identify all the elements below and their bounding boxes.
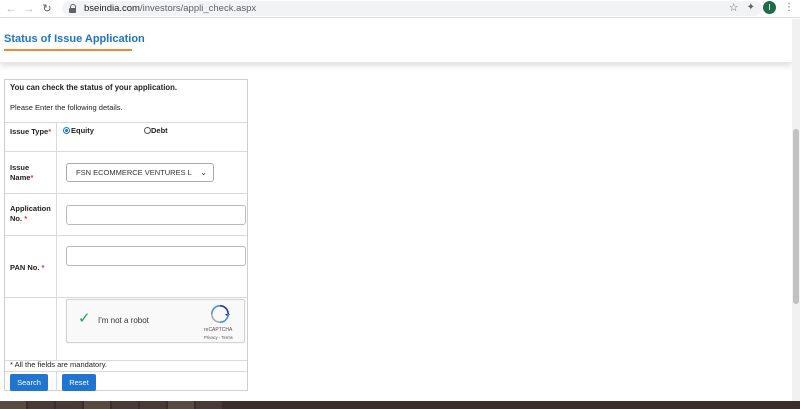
title-underline bbox=[4, 49, 132, 51]
search-button[interactable]: Search bbox=[10, 374, 48, 391]
scrollbar[interactable] bbox=[792, 19, 800, 401]
issue-type-label: Issue Type* bbox=[10, 127, 54, 137]
issue-name-label: Issue Name* bbox=[10, 163, 54, 183]
profile-avatar[interactable]: I bbox=[763, 1, 776, 14]
pan-no-label: PAN No. * bbox=[10, 263, 54, 273]
row-divider bbox=[5, 235, 247, 236]
os-taskbar bbox=[0, 401, 800, 409]
chevron-down-icon: ⌄ bbox=[200, 168, 207, 177]
row-divider bbox=[5, 297, 247, 298]
taskbar-item[interactable] bbox=[28, 401, 54, 409]
form-instruction: Please Enter the following details. bbox=[10, 103, 123, 112]
browser-menu-icon[interactable]: ⋮ bbox=[784, 2, 794, 13]
page-header: Status of Issue Application bbox=[0, 19, 792, 63]
taskbar-item[interactable] bbox=[168, 401, 194, 409]
column-divider bbox=[56, 371, 57, 391]
application-no-label: Application No. * bbox=[10, 204, 54, 224]
taskbar-item[interactable] bbox=[56, 401, 82, 409]
taskbar-item[interactable] bbox=[84, 401, 110, 409]
row-divider bbox=[5, 193, 247, 194]
scrollbar-thumb[interactable] bbox=[793, 129, 799, 304]
recaptcha-links[interactable]: Privacy - Terms bbox=[204, 335, 233, 340]
row-divider bbox=[5, 151, 247, 152]
required-marker: * bbox=[24, 214, 28, 223]
url-path: /investors/appli_check.aspx bbox=[139, 3, 257, 14]
application-status-form: You can check the status of your applica… bbox=[4, 79, 248, 391]
pan-no-input[interactable] bbox=[66, 246, 246, 266]
taskbar-item[interactable] bbox=[196, 401, 222, 409]
equity-radio[interactable] bbox=[63, 127, 70, 134]
lock-icon bbox=[69, 4, 77, 13]
issue-name-select[interactable]: FSN ECOMMERCE VENTURES L ⌄ bbox=[66, 163, 214, 182]
required-marker: * bbox=[48, 127, 52, 136]
url-host: bseindia.com bbox=[84, 3, 140, 14]
required-marker: * bbox=[30, 173, 34, 182]
address-bar[interactable]: bseindia.com/investors/appli_check.aspx bbox=[62, 1, 762, 16]
application-no-label-text: Application No. bbox=[10, 204, 51, 223]
pan-no-label-text: PAN No. bbox=[10, 263, 40, 272]
mandatory-note: * All the fields are mandatory. bbox=[10, 360, 107, 369]
recaptcha-widget[interactable]: ✓ I'm not a robot reCAPTCHA Privacy - Te… bbox=[66, 299, 245, 343]
url-text: bseindia.com/investors/appli_check.aspx bbox=[84, 3, 256, 14]
taskbar-item[interactable] bbox=[0, 401, 26, 409]
required-marker: * bbox=[41, 263, 45, 272]
recaptcha-label: I'm not a robot bbox=[98, 316, 149, 325]
forward-icon[interactable]: → bbox=[22, 2, 36, 16]
row-divider bbox=[5, 122, 247, 123]
application-no-input[interactable] bbox=[66, 205, 246, 225]
reset-button[interactable]: Reset bbox=[62, 374, 96, 391]
extensions-icon[interactable]: ✦ bbox=[747, 2, 755, 13]
issue-type-label-text: Issue Type bbox=[10, 127, 49, 136]
back-icon[interactable]: ← bbox=[4, 2, 18, 16]
row-divider bbox=[5, 371, 247, 372]
recaptcha-brand: reCAPTCHA bbox=[204, 327, 233, 333]
debt-radio[interactable] bbox=[144, 127, 151, 134]
issue-name-label-text: Issue Name bbox=[10, 163, 31, 182]
form-intro: You can check the status of your applica… bbox=[10, 83, 178, 92]
reload-icon[interactable]: ↻ bbox=[40, 2, 54, 16]
browser-toolbar: ← → ↻ bseindia.com/investors/appli_check… bbox=[0, 0, 800, 18]
issue-name-selected: FSN ECOMMERCE VENTURES L bbox=[76, 168, 192, 177]
taskbar-item[interactable] bbox=[112, 401, 138, 409]
taskbar-item[interactable] bbox=[140, 401, 166, 409]
equity-radio-label[interactable]: Equity bbox=[71, 126, 94, 135]
debt-radio-label[interactable]: Debt bbox=[151, 126, 168, 135]
column-divider bbox=[56, 122, 57, 360]
checkmark-icon[interactable]: ✓ bbox=[78, 309, 91, 327]
recaptcha-logo-icon bbox=[211, 305, 230, 323]
bookmark-star-icon[interactable]: ☆ bbox=[729, 1, 739, 14]
page-title: Status of Issue Application bbox=[4, 33, 145, 45]
